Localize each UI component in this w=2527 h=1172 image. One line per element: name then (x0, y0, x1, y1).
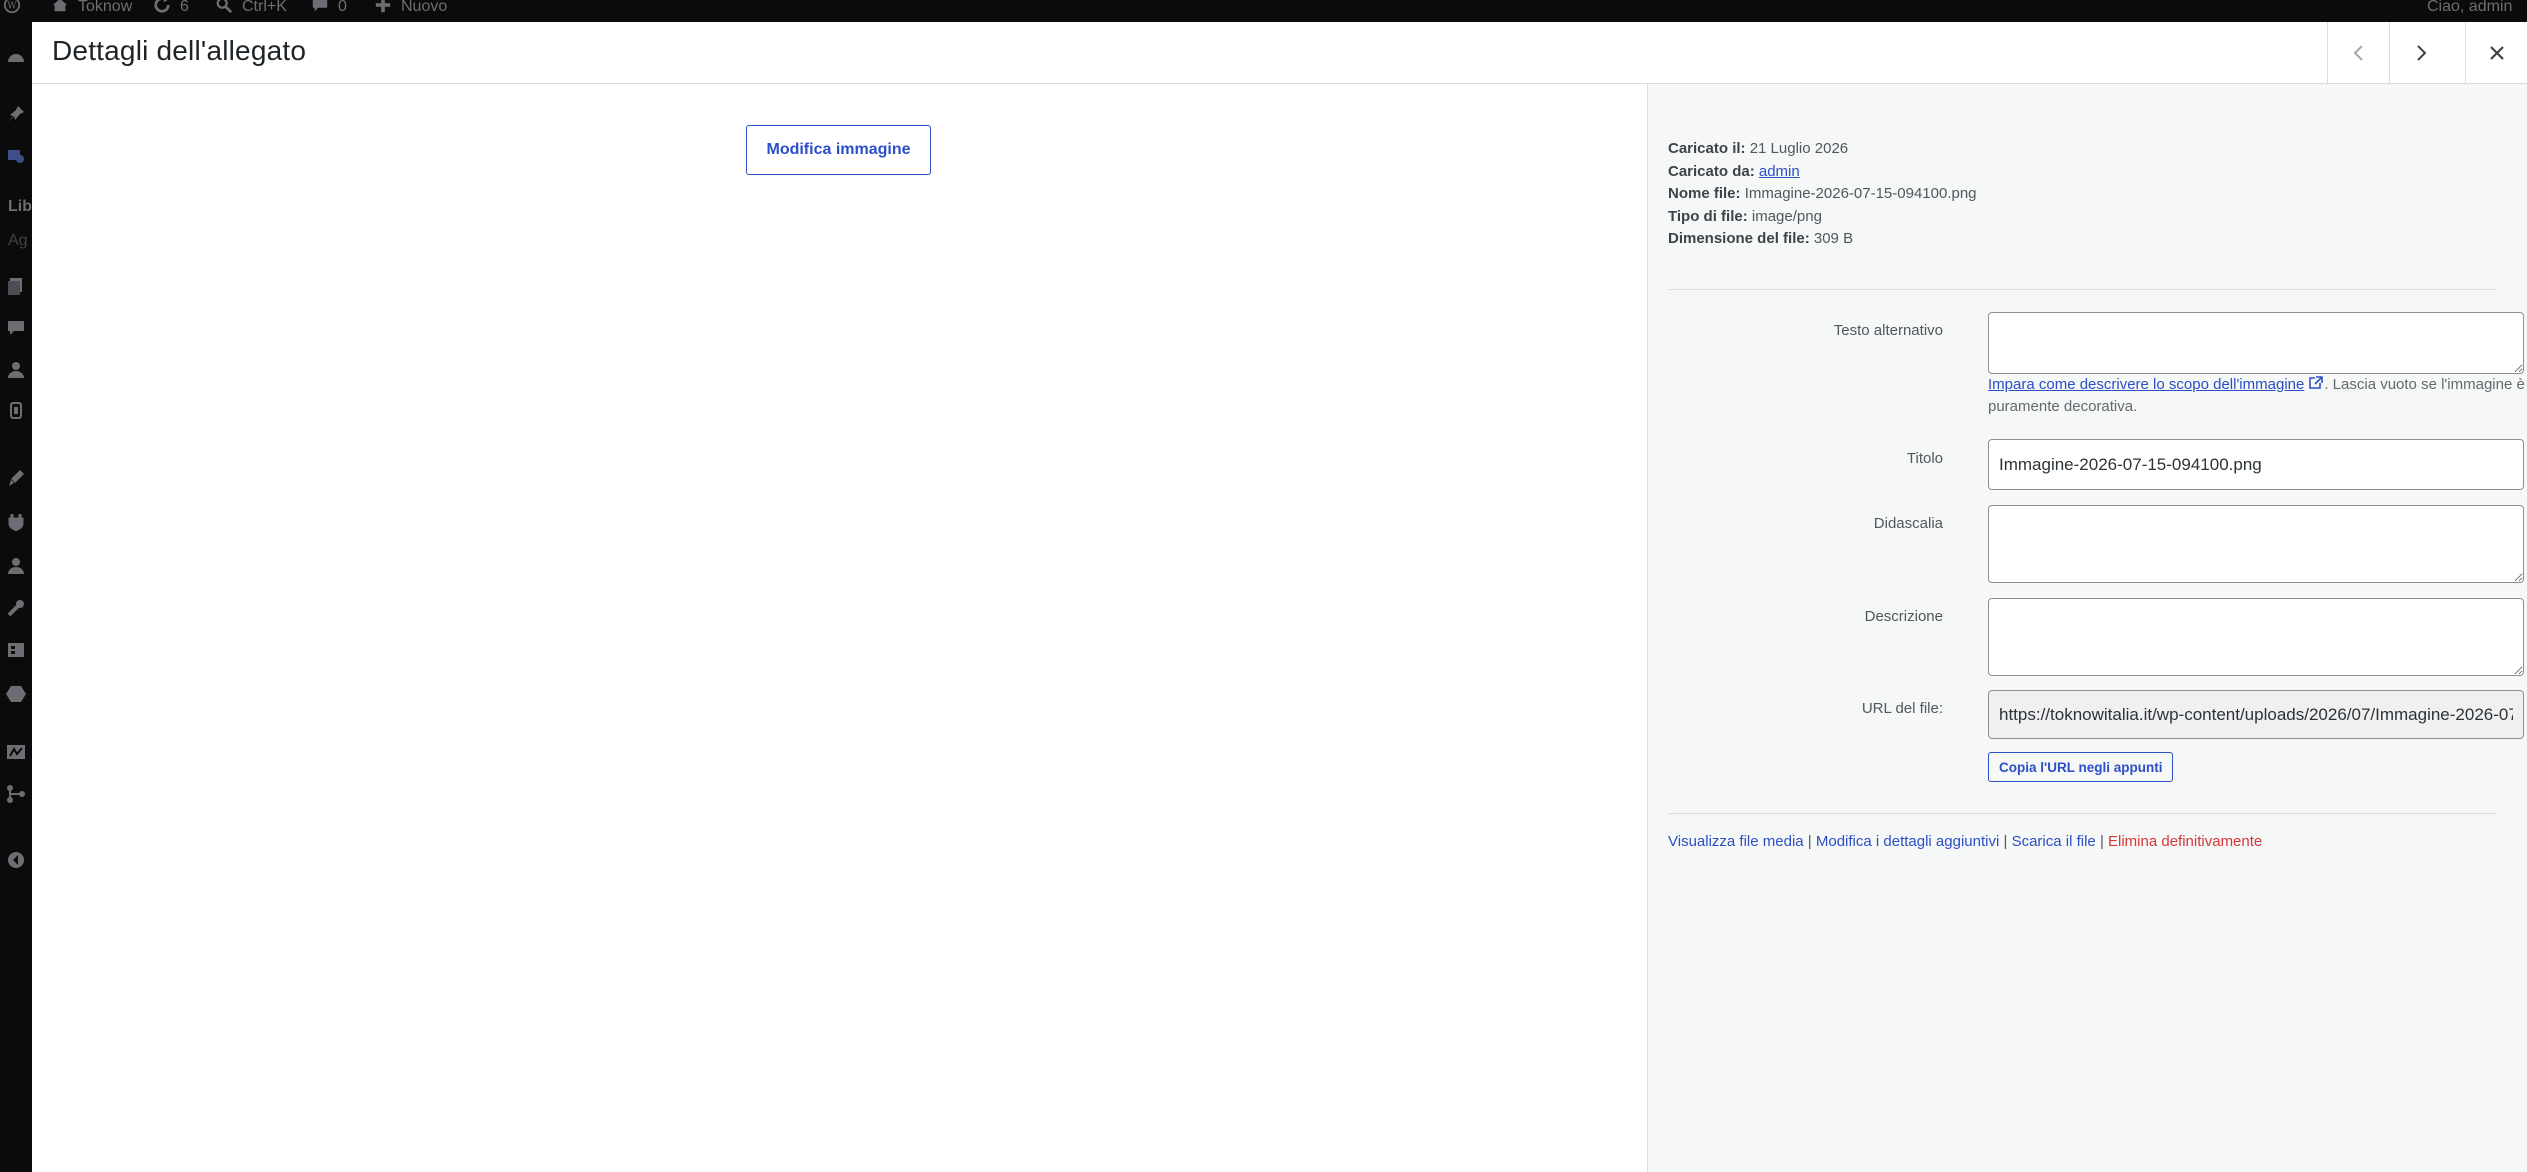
close-modal-button[interactable] (2465, 22, 2527, 83)
analytics-icon[interactable] (6, 742, 26, 762)
comments-count: 0 (338, 0, 347, 15)
attachment-details-modal: Dettagli dell'allegato Modifica immagine… (32, 22, 2527, 1172)
divider (1668, 813, 2496, 814)
file-url-input[interactable] (1988, 690, 2524, 739)
dashboard-icon[interactable] (6, 48, 26, 68)
pages-icon[interactable] (6, 276, 26, 296)
updates-icon (154, 0, 170, 13)
uploaded-by-link[interactable]: admin (1759, 163, 1800, 180)
users-icon[interactable] (6, 360, 26, 380)
plus-icon (375, 0, 391, 13)
delete-permanently-link[interactable]: Elimina definitivamente (2108, 833, 2262, 850)
uploaded-on-value: 21 Luglio 2026 (1749, 140, 1849, 157)
command-palette[interactable]: Ctrl+K (214, 0, 287, 22)
admin-bar: W Toknow 6 Ctrl+K 0 Nuovo Ciao, admin (0, 0, 2527, 22)
settings-grid-icon[interactable] (6, 640, 26, 660)
attachment-actions: Visualizza file media | Modifica i detta… (1668, 833, 2262, 850)
close-icon (2490, 45, 2504, 60)
chevron-right-icon (2417, 44, 2427, 61)
file-size-value: 309 B (1813, 230, 1854, 247)
action-separator: | (2003, 833, 2008, 850)
download-file-link[interactable]: Scarica il file (2012, 833, 2096, 850)
my-account-menu[interactable]: Ciao, admin (2427, 0, 2512, 22)
edit-more-details-link[interactable]: Modifica i dettagli aggiuntivi (1816, 833, 1999, 850)
updates-menu[interactable]: 6 (152, 0, 189, 22)
chevron-left-icon (2353, 44, 2363, 61)
divider (1668, 289, 2496, 290)
tools-icon[interactable] (6, 598, 26, 618)
wordpress-logo-icon: W (3, 0, 21, 14)
user-icon[interactable] (6, 556, 26, 576)
wp-logo-menu[interactable]: W (2, 0, 22, 22)
search-shortcut: Ctrl+K (242, 0, 287, 15)
site-name-menu[interactable]: Toknow (50, 0, 132, 22)
action-separator: | (2099, 833, 2104, 850)
new-content-menu[interactable]: Nuovo (373, 0, 447, 22)
alt-text-input[interactable] (1988, 312, 2524, 374)
edit-image-button[interactable]: Modifica immagine (746, 125, 931, 175)
new-label: Nuovo (401, 0, 448, 15)
attachment-media-view: Modifica immagine (32, 84, 1647, 1172)
modal-header: Dettagli dell'allegato (32, 22, 2527, 84)
alt-text-help: Impara come descrivere lo scopo dell'imm… (1988, 374, 2527, 418)
hexagon-icon[interactable] (6, 684, 26, 704)
file-name-row: Nome file: Immagine-2026-07-15-094100.pn… (1668, 185, 1977, 202)
site-name: Toknow (78, 0, 133, 15)
file-url-label: URL del file: (1861, 700, 1943, 717)
alt-text-help-link[interactable]: Impara come descrivere lo scopo dell'imm… (1988, 376, 2324, 393)
updates-count: 6 (180, 0, 189, 15)
caption-label: Didascalia (1873, 515, 1943, 532)
description-input[interactable] (1988, 598, 2524, 676)
file-details: Caricato il: 21 Luglio 2026 Caricato da:… (1668, 138, 1977, 251)
file-type-row: Tipo di file: image/png (1668, 207, 1822, 225)
comments-menu[interactable]: 0 (310, 0, 347, 22)
title-label: Titolo (1906, 450, 1943, 467)
network-icon[interactable] (6, 784, 26, 804)
file-size-row: Dimensione del file: 309 B (1668, 230, 1854, 247)
appearance-icon[interactable] (6, 468, 26, 488)
greeting: Ciao, admin (2427, 0, 2513, 15)
next-media-button[interactable] (2389, 22, 2452, 83)
media-icon[interactable] (6, 146, 26, 166)
file-name-value: Immagine-2026-07-15-094100.png (1744, 185, 1977, 202)
caption-input[interactable] (1988, 505, 2524, 583)
collapse-menu-icon[interactable] (6, 850, 26, 870)
svg-text:W: W (7, 2, 17, 12)
external-link-icon (2309, 376, 2324, 389)
menu-label-add[interactable]: Ag (8, 232, 28, 250)
description-label: Descrizione (1864, 608, 1943, 625)
copy-url-button[interactable]: Copia l'URL negli appunti (1988, 752, 2174, 782)
uploaded-on-row: Caricato il: 21 Luglio 2026 (1668, 140, 1849, 157)
attachment-info-panel: Caricato il: 21 Luglio 2026 Caricato da:… (1647, 84, 2527, 1172)
action-separator: | (1807, 833, 1812, 850)
home-icon (52, 0, 68, 12)
previous-media-button[interactable] (2327, 22, 2390, 83)
uploaded-by-row: Caricato da: admin (1668, 162, 1800, 180)
modal-title: Dettagli dell'allegato (52, 35, 307, 66)
lantern-icon[interactable] (6, 400, 26, 420)
alt-text-label: Testo alternativo (1833, 322, 1943, 339)
admin-side-menu: Lib Ag (0, 22, 32, 1172)
view-media-file-link[interactable]: Visualizza file media (1668, 833, 1804, 850)
menu-label-library[interactable]: Lib (8, 198, 32, 216)
comments-icon[interactable] (6, 318, 26, 338)
comment-icon (312, 0, 328, 12)
plugins-icon[interactable] (6, 512, 26, 532)
search-icon (216, 0, 233, 14)
pin-icon[interactable] (6, 104, 26, 124)
file-type-value: image/png (1751, 207, 1822, 225)
title-input[interactable] (1988, 439, 2524, 490)
